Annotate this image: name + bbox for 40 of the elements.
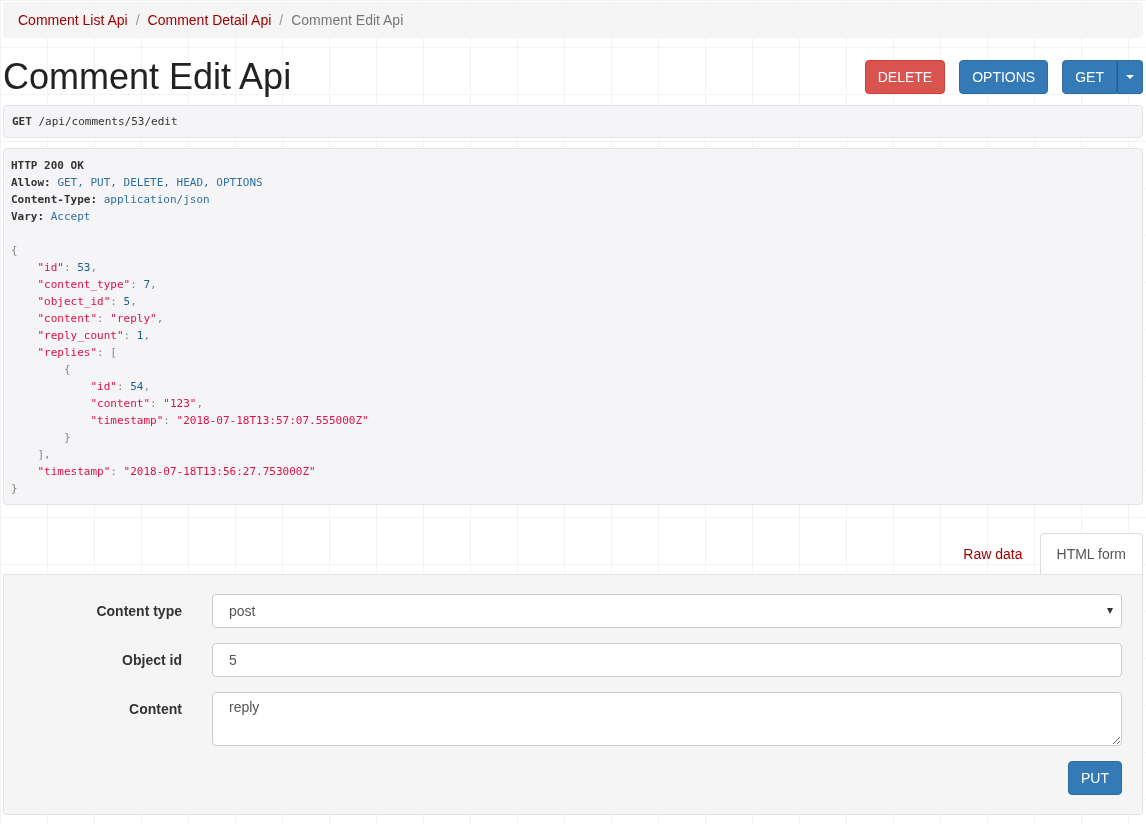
- input-field[interactable]: 5: [212, 643, 1122, 677]
- code-line: "content": "reply",: [36, 311, 165, 327]
- code-line: "id": 53,: [36, 260, 99, 276]
- dropdown-arrow-icon: [1107, 608, 1113, 614]
- field-label: Content type: [95, 602, 182, 619]
- status-line: HTTP 200 OK: [11, 158, 85, 174]
- code-line: "timestamp": "2018-07-18T13:57:07.555000Z": [89, 413, 370, 429]
- code-line: "id": 54,: [89, 379, 152, 395]
- field-label: Object id: [121, 651, 182, 668]
- code-line: "content": "123",: [89, 396, 205, 412]
- action-button[interactable]: DELETE: [864, 60, 946, 94]
- header-line: Allow: GET, PUT, DELETE, HEAD, OPTIONS: [11, 175, 264, 191]
- dropdown-button[interactable]: [1117, 60, 1143, 94]
- code-line: ],: [36, 447, 52, 463]
- code-line: {: [11, 243, 19, 259]
- breadcrumb-separator: /: [279, 12, 284, 28]
- caret-icon: [1126, 75, 1134, 79]
- tab[interactable]: Raw data: [946, 533, 1040, 574]
- breadcrumb-link[interactable]: Comment Edit Api: [291, 12, 404, 28]
- textarea-field[interactable]: reply: [212, 692, 1122, 746]
- breadcrumb-link[interactable]: Comment List Api: [18, 12, 128, 28]
- code-line: }: [11, 481, 19, 497]
- code-line: "replies": [: [36, 345, 118, 361]
- put-button[interactable]: PUT: [1068, 761, 1122, 795]
- code-line: "timestamp": "2018-07-18T13:56:27.753000Z": [36, 464, 317, 480]
- code-line: }: [62, 430, 72, 446]
- code-line: "content_type": 7,: [36, 277, 158, 293]
- code-line: "object_id": 5,: [36, 294, 138, 310]
- action-button[interactable]: OPTIONS: [959, 60, 1049, 94]
- select-field[interactable]: post: [212, 594, 1122, 628]
- get-button[interactable]: GET: [1062, 60, 1117, 94]
- page-title: Comment Edit Api: [3, 56, 292, 98]
- code-line: {: [62, 362, 72, 378]
- breadcrumb-separator: /: [135, 12, 140, 28]
- header-line: Content-Type: application/json: [11, 192, 211, 208]
- tab[interactable]: HTML form: [1039, 533, 1143, 574]
- field-label: Content: [128, 700, 182, 717]
- breadcrumb-link[interactable]: Comment Detail Api: [147, 12, 272, 28]
- header-line: Vary: Accept: [11, 209, 92, 225]
- code-line: "reply_count": 1,: [36, 328, 152, 344]
